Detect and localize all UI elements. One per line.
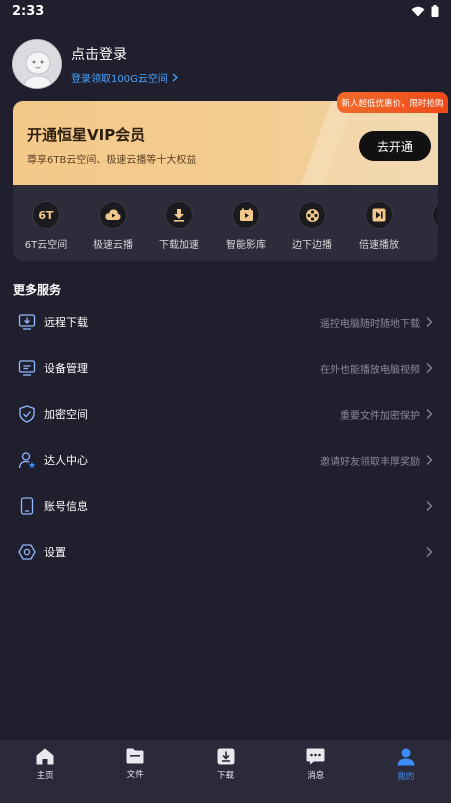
service-description: 遥控电脑随时随地下载 xyxy=(320,318,420,330)
promo-badge: 新人超低优惠价，限时抢购 xyxy=(337,92,448,113)
service-label: 设置 xyxy=(44,546,66,559)
benefit-label: 边下边播 xyxy=(292,240,332,251)
download-speed-icon xyxy=(165,201,193,229)
shield-icon xyxy=(17,404,37,424)
benefit-item-speed-play[interactable]: 倍速播放 xyxy=(346,185,412,261)
benefits-row: 6T 6T云空间 极速云播 下载加速 智能影库 边下边播 倍速播放 xyxy=(13,185,438,261)
benefit-label: 下载加速 xyxy=(159,240,199,251)
device-manage-icon xyxy=(17,358,37,378)
benefit-item-stream-while-download[interactable]: 边下边播 xyxy=(279,185,345,261)
chevron-right-icon xyxy=(426,501,433,511)
chevron-right-icon xyxy=(426,363,433,373)
profile-icon xyxy=(397,748,415,766)
nav-label: 消息 xyxy=(307,771,325,781)
partial-icon xyxy=(432,201,438,229)
chevron-right-icon xyxy=(426,455,433,465)
avatar[interactable] xyxy=(12,39,62,89)
benefit-label: 倍速播放 xyxy=(359,240,399,251)
film-library-icon xyxy=(232,201,260,229)
film-reel-icon xyxy=(298,201,326,229)
service-row-device-manage[interactable]: 设备管理 在外也能播放电脑视频 xyxy=(0,345,451,391)
folder-icon xyxy=(126,748,144,764)
remote-download-icon xyxy=(17,312,37,332)
chevron-right-icon xyxy=(426,317,433,327)
service-row-expert-center[interactable]: 达人中心 邀请好友领取丰厚奖励 xyxy=(0,437,451,483)
service-description: 邀请好友领取丰厚奖励 xyxy=(320,456,420,468)
nav-item-messages[interactable]: 消息 xyxy=(271,740,361,803)
profile-text: 点击登录 登录领取100G云空间 xyxy=(71,44,178,85)
chevron-right-icon xyxy=(172,73,178,81)
service-label: 账号信息 xyxy=(44,500,88,513)
status-bar: 2:33 xyxy=(0,0,451,22)
vip-subtitle: 尊享6TB云空间、极速云播等十大权益 xyxy=(27,155,197,166)
battery-icon xyxy=(431,5,439,17)
benefit-item-partial[interactable]: 影 xyxy=(413,185,438,261)
service-row-encrypted-space[interactable]: 加密空间 重要文件加密保护 xyxy=(0,391,451,437)
vip-card[interactable]: 开通恒星VIP会员 尊享6TB云空间、极速云播等十大权益 去开通 xyxy=(13,101,438,185)
chevron-right-icon xyxy=(426,409,433,419)
download-icon xyxy=(217,748,234,765)
nav-item-download[interactable]: 下载 xyxy=(180,740,270,803)
nav-label: 我的 xyxy=(397,772,415,782)
nav-label: 文件 xyxy=(126,770,144,780)
home-icon xyxy=(36,748,54,765)
6t-storage-icon: 6T xyxy=(32,201,60,229)
service-row-settings[interactable]: 设置 xyxy=(0,529,451,575)
service-row-account-info[interactable]: 账号信息 xyxy=(0,483,451,529)
benefit-label: 智能影库 xyxy=(226,240,266,251)
vip-title: 开通恒星VIP会员 xyxy=(27,126,146,144)
nav-item-mine[interactable]: 我的 xyxy=(361,740,451,803)
service-description: 在外也能播放电脑视频 xyxy=(320,364,420,376)
service-label: 加密空间 xyxy=(44,408,88,421)
nav-item-home[interactable]: 主页 xyxy=(0,740,90,803)
nav-item-files[interactable]: 文件 xyxy=(90,740,180,803)
benefit-item-cloud-play[interactable]: 极速云播 xyxy=(80,185,146,261)
login-title[interactable]: 点击登录 xyxy=(71,44,178,64)
service-label: 达人中心 xyxy=(44,454,88,467)
service-label: 设备管理 xyxy=(44,362,88,375)
service-description: 重要文件加密保护 xyxy=(340,410,420,422)
login-subtitle-text: 登录领取100G云空间 xyxy=(71,73,168,85)
service-row-remote-download[interactable]: 远程下载 遥控电脑随时随地下载 xyxy=(0,299,451,345)
benefit-label: 6T云空间 xyxy=(24,240,68,251)
6t-storage-glyph: 6T xyxy=(38,208,54,222)
benefit-item-download-speed[interactable]: 下载加速 xyxy=(146,185,212,261)
section-title-more-services: 更多服务 xyxy=(13,283,62,297)
phone-icon xyxy=(17,496,37,516)
benefit-item-film-library[interactable]: 智能影库 xyxy=(213,185,279,261)
login-subtitle[interactable]: 登录领取100G云空间 xyxy=(71,70,178,85)
user-star-icon xyxy=(17,450,37,470)
cloud-play-icon xyxy=(99,201,127,229)
nav-label: 下载 xyxy=(217,771,235,781)
profile-header[interactable]: 点击登录 登录领取100G云空间 xyxy=(12,38,432,90)
status-icons xyxy=(411,5,439,17)
vip-open-button[interactable]: 去开通 xyxy=(359,131,431,161)
speed-play-icon xyxy=(365,201,393,229)
avatar-face-icon xyxy=(13,40,61,88)
chevron-right-icon xyxy=(426,547,433,557)
benefit-item-storage[interactable]: 6T 6T云空间 xyxy=(13,185,79,261)
status-time: 2:33 xyxy=(12,3,45,19)
bottom-nav: 主页 文件 下载 消息 我的 xyxy=(0,740,451,803)
nav-label: 主页 xyxy=(36,771,54,781)
benefit-label: 极速云播 xyxy=(93,240,133,251)
service-label: 远程下载 xyxy=(44,316,88,329)
hexagon-gear-icon xyxy=(17,542,37,562)
wifi-icon xyxy=(411,6,425,16)
message-icon xyxy=(306,748,325,765)
